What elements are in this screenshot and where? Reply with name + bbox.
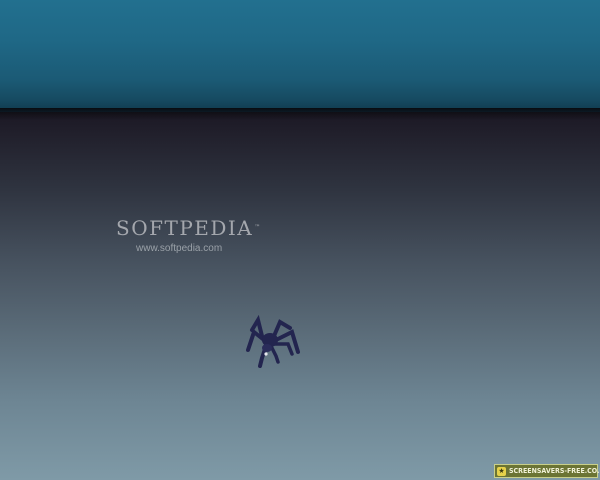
screensaver-logo-icon: ★: [497, 466, 506, 476]
ceiling-band: [0, 0, 600, 112]
watermark-url: www.softpedia.com: [136, 243, 223, 254]
watermark-name: SOFTPEDIA: [116, 216, 254, 240]
spider-icon: [246, 314, 300, 368]
badge-label: SCREENSAVERS-FREE.CO.UK: [509, 467, 600, 475]
screensaver-preview: SOFTPEDIA™ www.softpedia.com ★ SCREENSAV…: [0, 0, 600, 480]
softpedia-watermark: SOFTPEDIA™ www.softpedia.com: [116, 216, 260, 254]
ceiling-shadow: [0, 108, 600, 120]
screensavers-free-badge[interactable]: ★ SCREENSAVERS-FREE.CO.UK: [494, 464, 600, 478]
watermark-logo-text: SOFTPEDIA™: [116, 216, 260, 240]
trademark-symbol: ™: [254, 224, 262, 231]
